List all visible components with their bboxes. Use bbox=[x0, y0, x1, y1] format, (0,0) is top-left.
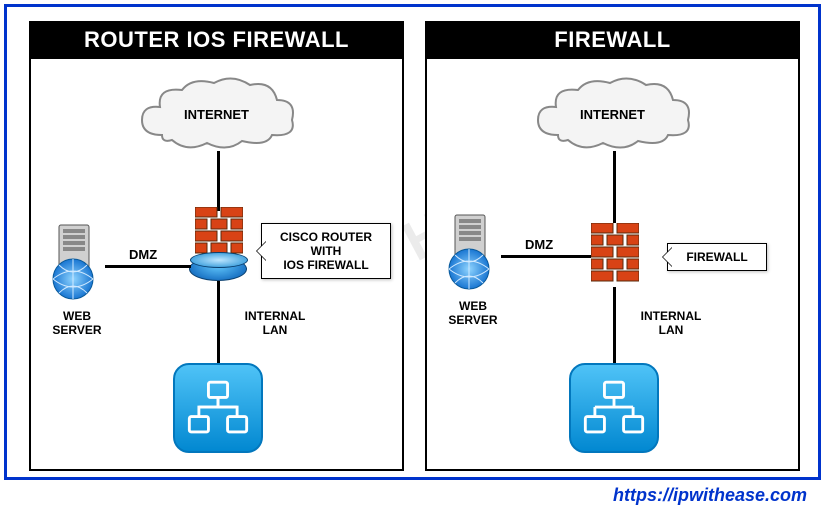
lan-label-right: INTERNAL LAN bbox=[631, 309, 711, 338]
web-server-icon bbox=[45, 223, 109, 303]
panel-title-left: ROUTER IOS FIREWALL bbox=[31, 23, 402, 59]
web-server-icon bbox=[441, 213, 505, 293]
diagram-frame: WWW.IPWITHEASE.COM ROUTER IOS FIREWALL I… bbox=[4, 4, 821, 480]
lan-label-left: INTERNAL LAN bbox=[235, 309, 315, 338]
link-firewall-dmz bbox=[501, 255, 591, 258]
link-firewall-lan bbox=[217, 281, 220, 363]
diagram-left: INTERNET CISCO ROUTER WITH IOS FIREWALL bbox=[31, 59, 402, 469]
internet-label: INTERNET bbox=[184, 107, 249, 122]
link-cloud-firewall bbox=[217, 151, 220, 211]
web-server-label-left: WEB SERVER bbox=[43, 309, 111, 338]
panel-title-right: FIREWALL bbox=[427, 23, 798, 59]
panel-router-ios-firewall: ROUTER IOS FIREWALL INTERNET bbox=[29, 21, 404, 471]
callout-right-text: FIREWALL bbox=[686, 250, 747, 264]
link-cloud-firewall bbox=[613, 151, 616, 223]
firewall-icon bbox=[591, 223, 639, 287]
web-server-label-right: WEB SERVER bbox=[439, 299, 507, 328]
link-firewall-lan bbox=[613, 287, 616, 363]
panel-firewall: FIREWALL INTERNET bbox=[425, 21, 800, 471]
callout-left-text: CISCO ROUTER WITH IOS FIREWALL bbox=[280, 230, 372, 272]
lan-icon bbox=[173, 363, 263, 453]
callout-left: CISCO ROUTER WITH IOS FIREWALL bbox=[261, 223, 391, 279]
source-url: https://ipwithease.com bbox=[613, 485, 807, 506]
callout-right: FIREWALL bbox=[667, 243, 767, 271]
lan-icon bbox=[569, 363, 659, 453]
dmz-label-right: DMZ bbox=[525, 237, 553, 252]
dmz-label-left: DMZ bbox=[129, 247, 157, 262]
link-firewall-dmz bbox=[105, 265, 191, 268]
router-icon bbox=[189, 257, 247, 281]
internet-label: INTERNET bbox=[580, 107, 645, 122]
diagram-right: INTERNET FIREWALL DMZ bbox=[427, 59, 798, 469]
